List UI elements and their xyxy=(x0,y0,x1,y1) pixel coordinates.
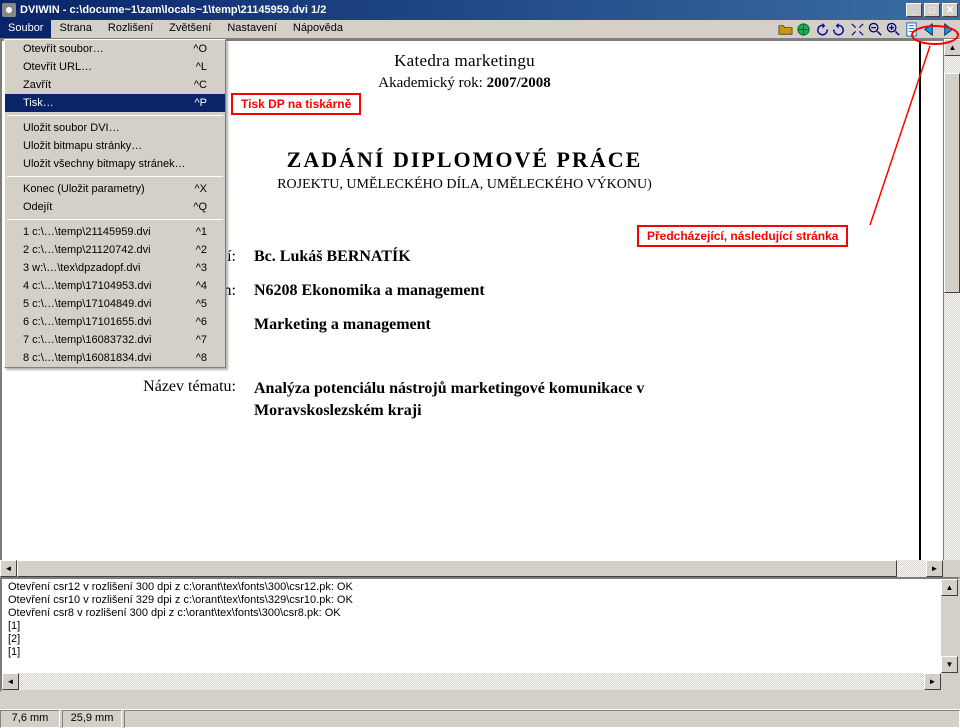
fit-icon[interactable] xyxy=(849,21,866,38)
menu-item[interactable]: 1 c:\…\temp\21145959.dvi^1 xyxy=(5,223,225,241)
log-line: Otevření csr10 v rozlišení 329 dpi z c:\… xyxy=(8,594,952,607)
maximize-button[interactable]: □ xyxy=(924,3,940,17)
menu-item[interactable]: 4 c:\…\temp\17104953.dvi^4 xyxy=(5,277,225,295)
minimize-button[interactable]: _ xyxy=(906,3,922,17)
log-scroll-up[interactable]: ▲ xyxy=(941,579,958,596)
menu-rozliseni[interactable]: Rozlišení xyxy=(100,20,161,38)
menu-item[interactable]: 5 c:\…\temp\17104849.dvi^5 xyxy=(5,295,225,313)
redo-icon[interactable] xyxy=(831,21,848,38)
open-icon[interactable] xyxy=(777,21,794,38)
menu-soubor[interactable]: Soubor xyxy=(0,20,51,38)
log-line: [1] xyxy=(8,620,952,633)
status-x: 7,6 mm xyxy=(0,710,60,728)
close-button[interactable]: ✕ xyxy=(942,3,958,17)
status-filler xyxy=(124,710,960,728)
log-hscroll[interactable]: ◄ ► xyxy=(2,673,941,690)
log-vscroll[interactable]: ▲ ▼ xyxy=(941,579,958,673)
status-y: 25,9 mm xyxy=(62,710,122,728)
menu-item[interactable]: Tisk…^P xyxy=(5,94,225,112)
doc-value: Marketing a management xyxy=(254,316,927,334)
hscroll-thumb[interactable] xyxy=(17,560,897,577)
log-scroll-down[interactable]: ▼ xyxy=(941,656,958,673)
doc-value: N6208 Ekonomika a management xyxy=(254,282,927,300)
menu-item[interactable]: Otevřít soubor…^O xyxy=(5,40,225,58)
globe-icon[interactable] xyxy=(795,21,812,38)
menu-item[interactable]: 8 c:\…\temp\16081834.dvi^8 xyxy=(5,349,225,367)
window-title: DVIWIN - c:\docume~1\zam\locals~1\temp\2… xyxy=(20,4,904,16)
page-icon[interactable] xyxy=(903,21,920,38)
menu-item[interactable]: 7 c:\…\temp\16083732.dvi^7 xyxy=(5,331,225,349)
scroll-left-button[interactable]: ◄ xyxy=(0,560,17,577)
scroll-up-button[interactable]: ▲ xyxy=(944,39,960,56)
log-line: Otevření csr12 v rozlišení 300 dpi z c:\… xyxy=(8,581,952,594)
titlebar: DVIWIN - c:\docume~1\zam\locals~1\temp\2… xyxy=(0,0,960,20)
menu-item[interactable]: 3 w:\…\tex\dpzadopf.dvi^3 xyxy=(5,259,225,277)
next-page-icon[interactable] xyxy=(939,21,956,38)
menu-item[interactable]: Konec (Uložit parametry)^X xyxy=(5,180,225,198)
log-line: [1] xyxy=(8,646,952,659)
zoom-in-icon[interactable] xyxy=(885,21,902,38)
menu-napoveda[interactable]: Nápověda xyxy=(285,20,351,38)
undo-icon[interactable] xyxy=(813,21,830,38)
menu-nastaveni[interactable]: Nastavení xyxy=(219,20,285,38)
log-pane: Otevření csr12 v rozlišení 300 dpi z c:\… xyxy=(0,577,960,692)
menubar: Soubor Strana Rozlišení Zvětšení Nastave… xyxy=(0,20,960,39)
doc-value: Bc. Lukáš BERNATÍK xyxy=(254,248,927,266)
log-line: [2] xyxy=(8,633,952,646)
annotation-print: Tisk DP na tiskárně xyxy=(231,93,361,115)
scroll-right-button[interactable]: ► xyxy=(926,560,943,577)
app-icon xyxy=(2,3,16,17)
annotation-pagenav: Předcházející, následující stránka xyxy=(637,225,848,247)
menu-item[interactable]: 2 c:\…\temp\21120742.dvi^2 xyxy=(5,241,225,259)
doc-value: Analýza potenciálu nástrojů marketingové… xyxy=(254,378,744,422)
menu-item[interactable]: Uložit všechny bitmapy stránek… xyxy=(5,155,225,173)
menu-zvetseni[interactable]: Zvětšení xyxy=(161,20,219,38)
horizontal-scrollbar[interactable]: ◄ ► xyxy=(0,560,960,577)
log-scroll-left[interactable]: ◄ xyxy=(2,673,19,690)
menu-item[interactable]: 6 c:\…\temp\17101655.dvi^6 xyxy=(5,313,225,331)
log-scroll-right[interactable]: ► xyxy=(924,673,941,690)
toolbar xyxy=(777,20,960,38)
menu-item[interactable]: Otevřít URL…^L xyxy=(5,58,225,76)
doc-label: Název tématu: xyxy=(2,378,254,422)
log-line: Otevření csr8 v rozlišení 300 dpi z c:\o… xyxy=(8,607,952,620)
zoom-out-icon[interactable] xyxy=(867,21,884,38)
menu-item[interactable]: Zavřít^C xyxy=(5,76,225,94)
menu-item[interactable]: Odejít^Q xyxy=(5,198,225,216)
vertical-scrollbar[interactable]: ▲ ▼ xyxy=(943,39,960,577)
menu-strana[interactable]: Strana xyxy=(51,20,99,38)
menu-item[interactable]: Uložit soubor DVI… xyxy=(5,119,225,137)
soubor-dropdown: Otevřít soubor…^OOtevřít URL…^LZavřít^CT… xyxy=(4,39,226,368)
menu-item[interactable]: Uložit bitmapu stránky… xyxy=(5,137,225,155)
statusbar: 7,6 mm 25,9 mm xyxy=(0,709,960,728)
scroll-thumb[interactable] xyxy=(944,73,960,293)
prev-page-icon[interactable] xyxy=(921,21,938,38)
